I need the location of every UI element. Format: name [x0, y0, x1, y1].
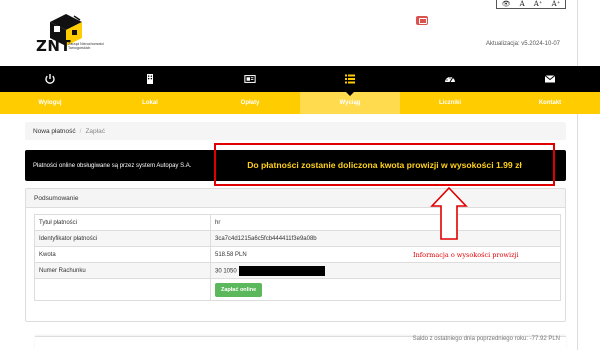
nav-item-liczniki[interactable]: Liczniki	[400, 92, 500, 114]
row-label: Numer Rachunku	[34, 262, 211, 279]
page-divider	[577, 0, 578, 350]
annotation-arrow-icon	[430, 186, 468, 240]
nav-icon-kontakt[interactable]	[500, 66, 600, 92]
nav-label-bar: Wyloguj Lokal Opłaty Wyciąg Liczniki Kon…	[0, 92, 600, 114]
commission-text: Do płatności zostanie doliczona kwota pr…	[247, 159, 522, 170]
breadcrumb-separator: /	[79, 127, 82, 135]
nav-item-lokal[interactable]: Lokal	[100, 92, 200, 114]
power-icon	[45, 74, 55, 84]
nav-icon-wyciag[interactable]	[300, 66, 400, 92]
nav-item-oplaty[interactable]: Opłaty	[200, 92, 300, 114]
autopay-info-text: Płatności online obsługiwane są przez sy…	[33, 162, 192, 169]
nav-icon-wyloguj[interactable]	[0, 66, 100, 92]
nav-icon-lokal[interactable]	[100, 66, 200, 92]
row-value: 30 1050	[210, 262, 561, 279]
logo-subtitle: Zarząd Nieruchomości Tarnogórskich	[68, 42, 104, 51]
nav-item-kontakt[interactable]: Kontakt	[500, 92, 600, 114]
redaction-bar	[238, 265, 325, 276]
pay-online-button[interactable]: Zapłać online	[215, 282, 263, 297]
contrast-icon[interactable]: 👁	[502, 0, 511, 8]
update-label: Aktualizacja: v5.2024-10-07	[485, 41, 560, 47]
table-row: Zapłać online	[34, 278, 561, 301]
row-label-empty	[34, 278, 211, 301]
table-row: Numer Rachunku 30 1050	[34, 262, 561, 279]
table-row: Tytuł płatności hr	[34, 214, 561, 231]
building-icon	[147, 74, 153, 84]
row-value: 3ca7c4d1215a6c5fcb444411f3e9a08b	[210, 230, 561, 247]
breadcrumb: Nowa płatność / Zapłać	[25, 122, 566, 140]
row-label: Kwota	[34, 246, 211, 263]
annotation-text: Informacja o wysokości prowizji	[413, 251, 519, 259]
font-normal-button[interactable]: A	[520, 0, 525, 8]
font-larger-button[interactable]: A⁺	[534, 0, 543, 8]
row-action: Zapłać online	[210, 278, 561, 301]
accessibility-toolbar: 👁 A A⁺ A⁺	[496, 0, 566, 9]
envelope-icon	[544, 75, 556, 83]
breadcrumb-current: Zapłać	[85, 127, 105, 135]
nav-item-wyciag[interactable]: Wyciąg	[300, 92, 400, 114]
commission-highlight: Do płatności zostanie doliczona kwota pr…	[214, 143, 555, 186]
message-icon[interactable]	[416, 16, 428, 25]
table-row: Identyfikator płatności 3ca7c4d1215a6c5f…	[34, 230, 561, 247]
nav-icon-liczniki[interactable]	[400, 66, 500, 92]
breadcrumb-new-payment[interactable]: Nowa płatność	[33, 128, 76, 135]
row-label: Identyfikator płatności	[34, 230, 211, 247]
account-number: 30 1050	[215, 268, 237, 275]
nav-icon-bar	[0, 66, 600, 92]
gauge-icon	[445, 77, 455, 83]
summary-title: Podsumowanie	[26, 189, 565, 208]
bill-icon	[244, 75, 256, 83]
logo-text: ZNT	[36, 37, 72, 55]
nav-item-wyloguj[interactable]: Wyloguj	[0, 92, 100, 114]
nav-icon-oplaty[interactable]	[200, 66, 300, 92]
font-largest-button[interactable]: A⁺	[552, 0, 561, 8]
list-icon	[345, 74, 355, 84]
row-value: hr	[210, 214, 561, 231]
row-label: Tytuł płatności	[34, 214, 211, 231]
balance-text: Saldo z ostatniego dnia poprzedniego rok…	[412, 336, 560, 342]
